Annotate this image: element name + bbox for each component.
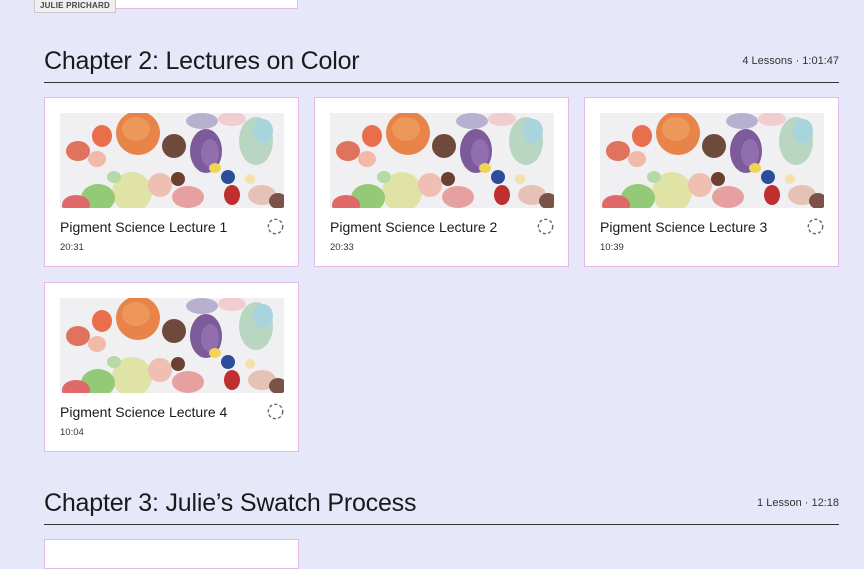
lesson-thumbnail[interactable]: [330, 113, 554, 208]
chapter-3: Chapter 3: Julie’s Swatch Process 1 Less…: [44, 486, 839, 525]
lesson-duration: 20:31: [60, 242, 84, 253]
lesson-card-4[interactable]: Pigment Science Lecture 4 10:04: [44, 282, 299, 452]
incomplete-circle-icon[interactable]: [267, 218, 284, 235]
lesson-duration: 10:39: [600, 242, 624, 253]
incomplete-circle-icon[interactable]: [807, 218, 824, 235]
lesson-card-2[interactable]: Pigment Science Lecture 2 20:33: [314, 97, 569, 267]
author-tag: JULIE PRICHARD: [34, 0, 116, 13]
lesson-duration: 10:04: [60, 427, 84, 438]
chapter-meta: 4 Lessons · 1:01:47: [742, 55, 839, 67]
lesson-thumbnail[interactable]: [60, 298, 284, 393]
lesson-card-3[interactable]: Pigment Science Lecture 3 10:39: [584, 97, 839, 267]
incomplete-circle-icon[interactable]: [537, 218, 554, 235]
lesson-title[interactable]: Pigment Science Lecture 1: [60, 219, 227, 235]
lesson-title[interactable]: Pigment Science Lecture 3: [600, 219, 767, 235]
lesson-thumbnail[interactable]: [60, 113, 284, 208]
chapter-title: Chapter 3: Julie’s Swatch Process: [44, 489, 417, 517]
lesson-title[interactable]: Pigment Science Lecture 4: [60, 404, 227, 420]
chapter-header: Chapter 3: Julie’s Swatch Process 1 Less…: [44, 486, 839, 525]
lesson-duration: 20:33: [330, 242, 354, 253]
lesson-card-1[interactable]: Pigment Science Lecture 1 20:31: [44, 97, 299, 267]
incomplete-circle-icon[interactable]: [267, 403, 284, 420]
chapter-meta: 1 Lesson · 12:18: [757, 497, 839, 509]
lesson-thumbnail[interactable]: [600, 113, 824, 208]
lesson-card-next[interactable]: [44, 539, 299, 569]
lesson-title[interactable]: Pigment Science Lecture 2: [330, 219, 497, 235]
chapter-header: Chapter 2: Lectures on Color 4 Lessons ·…: [44, 44, 839, 83]
chapter-title: Chapter 2: Lectures on Color: [44, 47, 360, 75]
chapter-2: Chapter 2: Lectures on Color 4 Lessons ·…: [44, 44, 839, 83]
